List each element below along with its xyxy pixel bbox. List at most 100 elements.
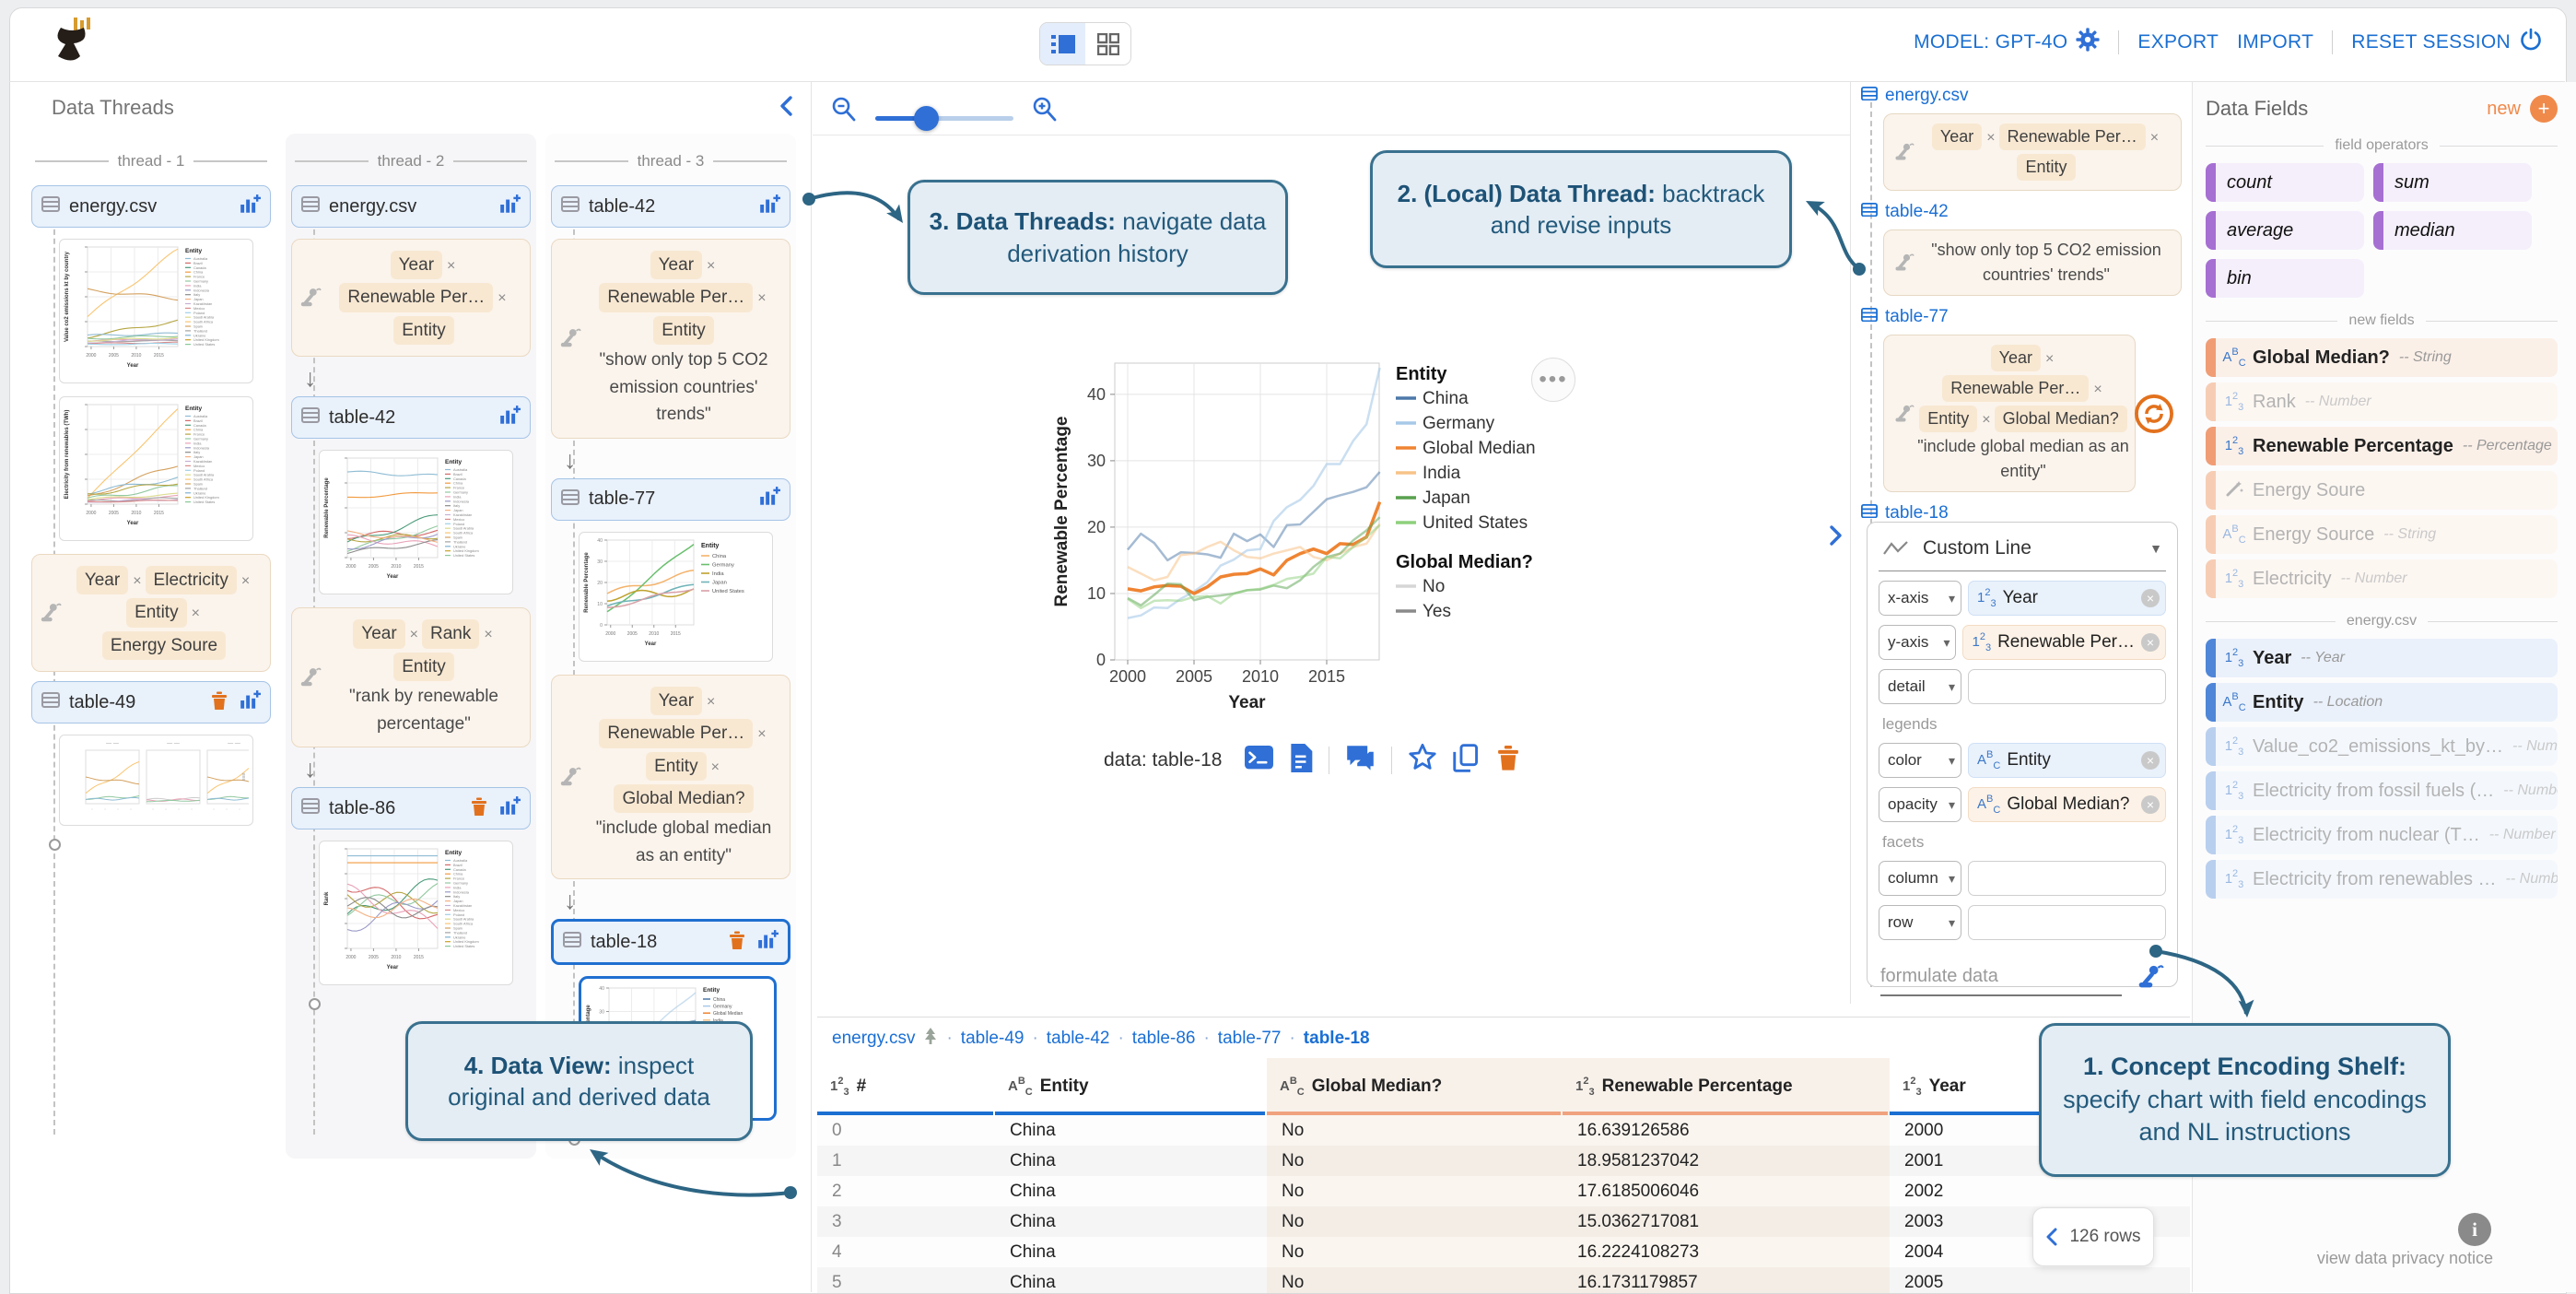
- remove-chip-icon[interactable]: ×: [484, 627, 492, 642]
- import-button[interactable]: IMPORT: [2237, 31, 2313, 53]
- create-chart-icon[interactable]: [239, 689, 261, 716]
- column-header--[interactable]: 123#: [817, 1058, 995, 1115]
- operator-chip-sum[interactable]: sum: [2373, 163, 2532, 202]
- field-chip[interactable]: Year: [391, 251, 442, 279]
- column-header-entity[interactable]: ABCEntity: [995, 1058, 1267, 1115]
- encoding-field-column[interactable]: [1968, 861, 2166, 896]
- channel-select-opacity[interactable]: opacity▾: [1879, 787, 1961, 822]
- data-card-table-77[interactable]: table-77: [551, 478, 790, 521]
- remove-field-icon[interactable]: ×: [2141, 589, 2160, 607]
- data-card-energy.csv[interactable]: energy.csv: [31, 185, 271, 228]
- remove-chip-icon[interactable]: ×: [133, 573, 141, 589]
- operator-chip-median[interactable]: median: [2373, 211, 2532, 250]
- remove-chip-icon[interactable]: ×: [711, 759, 720, 775]
- grid-view-toggle[interactable]: [1085, 23, 1130, 65]
- chart-thumbnail[interactable]: — —‘‘‘‘‘‘‘‘— —‘‘‘‘‘‘‘‘— —‘‘‘‘‘‘‘‘≡≡≡: [59, 735, 253, 826]
- delete-table-icon[interactable]: [469, 796, 489, 821]
- field-row-year[interactable]: 123Year-- Year: [2206, 639, 2558, 677]
- field-chip[interactable]: Year: [650, 687, 702, 715]
- remove-chip-icon[interactable]: ×: [498, 290, 506, 306]
- data-card-table-42[interactable]: table-42: [291, 396, 531, 439]
- field-chip[interactable]: Entity: [2017, 154, 2075, 181]
- formulate-robot-icon[interactable]: [2135, 962, 2164, 996]
- field-row-value-co2-emissions-kt-by-[interactable]: 123Value_co2_emissions_kt_by…-- Number: [2206, 727, 2558, 766]
- remove-chip-icon[interactable]: ×: [447, 258, 455, 274]
- zoom-in-icon[interactable]: [1030, 95, 1060, 129]
- chart-thumbnail[interactable]: 2000200520102015YearRankEntityAustraliaB…: [319, 841, 513, 985]
- channel-select-y-axis[interactable]: y-axis▾: [1879, 625, 1956, 660]
- channel-select-row[interactable]: row▾: [1879, 905, 1961, 940]
- delete-table-icon[interactable]: [727, 930, 747, 955]
- field-row-renewable-percentage[interactable]: 123Renewable Percentage-- Percentage: [2206, 427, 2558, 465]
- remove-chip-icon[interactable]: ×: [410, 627, 418, 642]
- field-row-electricity-from-nuclear-t-[interactable]: 123Electricity from nuclear (T…-- Number: [2206, 816, 2558, 854]
- operator-chip-bin[interactable]: bin: [2206, 259, 2364, 298]
- chat-icon[interactable]: [1345, 744, 1376, 776]
- encoding-field-row[interactable]: [1968, 905, 2166, 940]
- create-chart-icon[interactable]: [758, 194, 780, 220]
- data-card-table-42[interactable]: table-42: [551, 185, 790, 228]
- table-tab-table-86[interactable]: table-86: [1132, 1029, 1196, 1049]
- field-chip[interactable]: Global Median?: [1995, 406, 2127, 432]
- remove-chip-icon[interactable]: ×: [1986, 130, 1995, 146]
- column-header-global-median-[interactable]: ABCGlobal Median?: [1267, 1058, 1563, 1115]
- create-chart-icon[interactable]: [239, 194, 261, 220]
- operator-chip-average[interactable]: average: [2206, 211, 2364, 250]
- add-field-button[interactable]: +: [2530, 95, 2558, 123]
- table-tab-table-18[interactable]: table-18: [1304, 1029, 1370, 1049]
- data-card-table-18[interactable]: table-18: [551, 919, 790, 965]
- chart-thumbnail[interactable]: 0102030402000200520102015YearRenewable P…: [579, 532, 773, 662]
- data-card-table-49[interactable]: table-49: [31, 681, 271, 723]
- remove-chip-icon[interactable]: ×: [241, 573, 250, 589]
- create-chart-icon[interactable]: [758, 486, 780, 512]
- remove-chip-icon[interactable]: ×: [2045, 351, 2054, 367]
- remove-chip-icon[interactable]: ×: [2150, 130, 2159, 146]
- field-chip[interactable]: Rank: [422, 619, 479, 648]
- terminal-icon[interactable]: [1245, 746, 1273, 773]
- field-row-entity[interactable]: ABCEntity-- Location: [2206, 683, 2558, 722]
- zoom-out-icon[interactable]: [829, 95, 859, 129]
- list-view-toggle[interactable]: [1040, 23, 1085, 65]
- field-chip[interactable]: Electricity: [146, 566, 237, 594]
- chart-thumbnail[interactable]: 2000200520102015YearRenewable Percentage…: [319, 450, 513, 594]
- field-chip[interactable]: Global Median?: [614, 784, 753, 813]
- remove-field-icon[interactable]: ×: [2141, 633, 2160, 652]
- field-chip[interactable]: Entity: [126, 598, 187, 627]
- chart-thumbnail[interactable]: 2000200520102015YearElectricity from ren…: [59, 396, 253, 541]
- remove-chip-icon[interactable]: ×: [707, 258, 715, 274]
- encoding-field-x-axis[interactable]: 123Year×: [1968, 581, 2166, 616]
- export-button[interactable]: EXPORT: [2137, 31, 2219, 53]
- field-chip[interactable]: Year: [353, 619, 404, 648]
- reset-session-button[interactable]: RESET SESSION: [2351, 28, 2543, 57]
- chart-thumbnail[interactable]: 2000200520102015YearValue co2 emissions …: [59, 239, 253, 383]
- remove-chip-icon[interactable]: ×: [757, 290, 766, 306]
- chart-size-slider[interactable]: [875, 105, 1013, 131]
- new-field-label[interactable]: new: [2487, 99, 2521, 120]
- remove-field-icon[interactable]: ×: [2141, 751, 2160, 770]
- field-chip[interactable]: Energy Soure: [102, 631, 226, 660]
- create-chart-icon[interactable]: [756, 929, 779, 956]
- delete-table-icon[interactable]: [209, 690, 229, 715]
- remove-field-icon[interactable]: ×: [2141, 795, 2160, 814]
- table-tab-table-42[interactable]: table-42: [1047, 1029, 1110, 1049]
- data-card-table-86[interactable]: table-86: [291, 787, 531, 829]
- trash-icon[interactable]: [1494, 744, 1522, 776]
- data-card-energy.csv[interactable]: energy.csv: [291, 185, 531, 228]
- encoding-field-detail[interactable]: [1968, 669, 2166, 704]
- field-chip[interactable]: Year: [650, 251, 702, 279]
- local-thread-table-table-18[interactable]: table-18: [1861, 503, 2191, 523]
- field-chip[interactable]: Renewable Per…: [1999, 124, 2146, 150]
- field-chip[interactable]: Year: [1991, 345, 2041, 371]
- remove-chip-icon[interactable]: ×: [757, 726, 766, 742]
- remove-chip-icon[interactable]: ×: [1982, 412, 1990, 428]
- channel-select-x-axis[interactable]: x-axis▾: [1879, 581, 1961, 616]
- remove-chip-icon[interactable]: ×: [707, 694, 715, 710]
- table-tab-table-49[interactable]: table-49: [961, 1029, 1025, 1049]
- privacy-notice-link[interactable]: view data privacy notice: [2276, 1249, 2493, 1268]
- create-chart-icon[interactable]: [498, 405, 521, 431]
- local-thread-table-table-42[interactable]: table-42: [1861, 202, 2191, 222]
- copy-icon[interactable]: [1453, 744, 1479, 777]
- document-icon[interactable]: [1289, 744, 1312, 777]
- field-chip[interactable]: Year: [1932, 124, 1982, 150]
- field-chip[interactable]: Year: [76, 566, 128, 594]
